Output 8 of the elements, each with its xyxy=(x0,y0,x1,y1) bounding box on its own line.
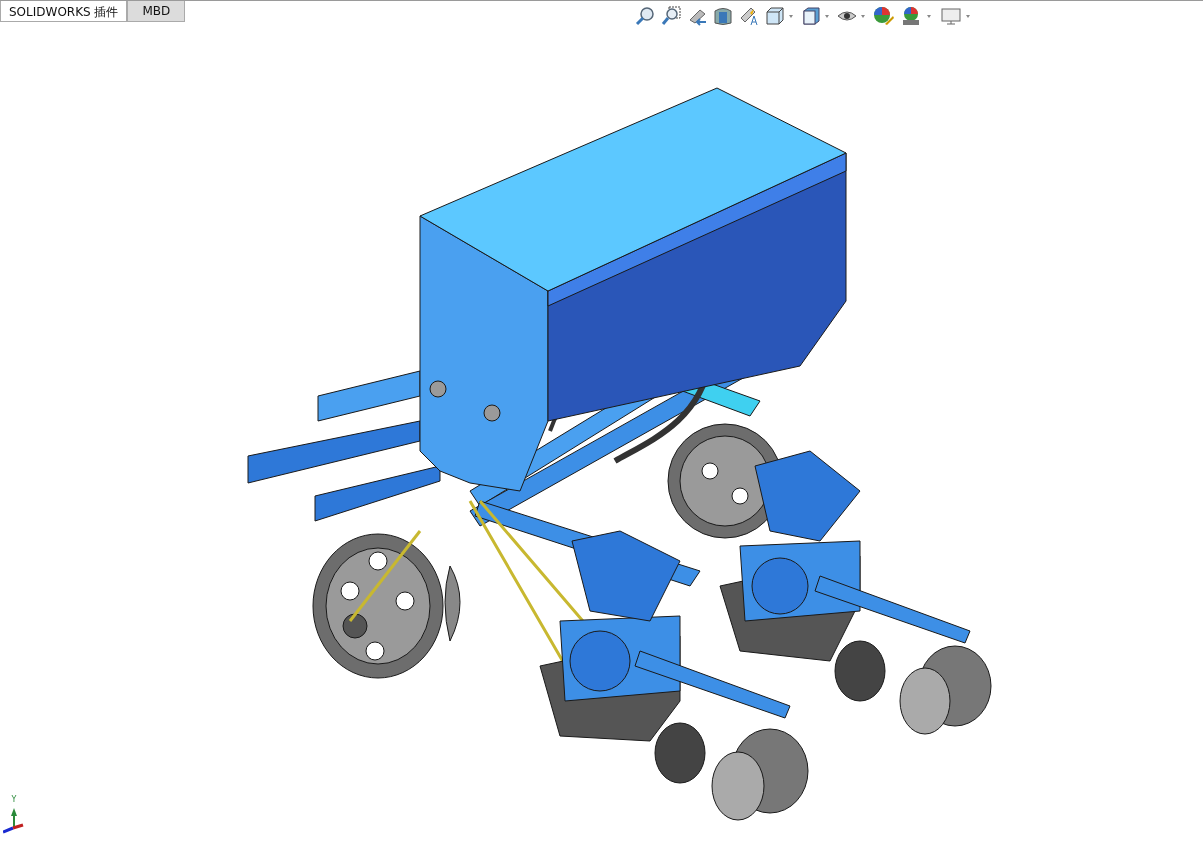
appearance-icon[interactable] xyxy=(873,6,896,26)
tab[interactable]: SOLIDWORKS 插件 xyxy=(0,1,128,22)
view-orientation-icon[interactable] xyxy=(765,6,796,26)
axis-label: Y xyxy=(11,795,17,804)
display-style-icon[interactable] xyxy=(801,6,832,26)
zoom-area-icon[interactable] xyxy=(661,6,682,26)
tab[interactable]: MBD xyxy=(127,1,186,22)
zoom-to-fit-icon[interactable] xyxy=(635,6,656,26)
